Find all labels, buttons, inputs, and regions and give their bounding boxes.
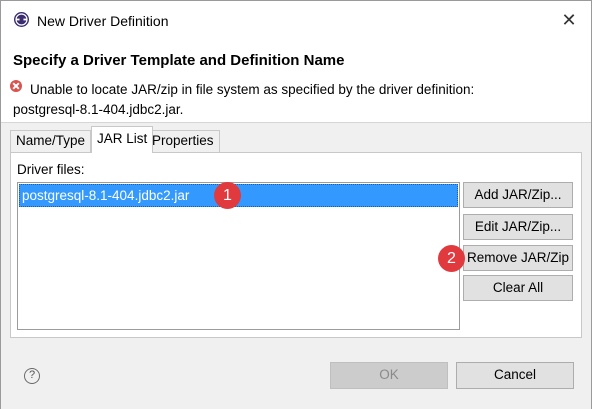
clear-all-button[interactable]: Clear All	[463, 275, 573, 301]
cancel-button[interactable]: Cancel	[456, 362, 574, 389]
error-message-filename: postgresql-8.1-404.jdbc2.jar.	[13, 102, 184, 117]
driver-files-list[interactable]: postgresql-8.1-404.jdbc2.jar	[17, 182, 460, 330]
eclipse-app-icon	[14, 12, 29, 27]
tab-properties[interactable]: Properties	[146, 130, 220, 152]
add-jar-button[interactable]: Add JAR/Zip...	[463, 182, 573, 208]
new-driver-definition-dialog: New Driver Definition ✕ Specify a Driver…	[0, 0, 592, 409]
step-marker-2: 2	[438, 245, 465, 272]
title-bar: New Driver Definition ✕	[1, 1, 591, 39]
page-title: Specify a Driver Template and Definition…	[13, 52, 345, 69]
error-message: Unable to locate JAR/zip in file system …	[30, 82, 475, 97]
edit-jar-button[interactable]: Edit JAR/Zip...	[463, 214, 573, 240]
error-icon	[10, 80, 22, 92]
driver-files-label: Driver files:	[17, 162, 85, 177]
jar-list-panel: Driver files: postgresql-8.1-404.jdbc2.j…	[10, 152, 582, 338]
tab-name-type[interactable]: Name/Type	[10, 130, 92, 152]
dialog-header: Specify a Driver Template and Definition…	[1, 39, 591, 123]
window-title: New Driver Definition	[37, 13, 169, 29]
close-icon[interactable]: ✕	[557, 9, 581, 33]
step-marker-1: 1	[214, 182, 241, 209]
dialog-body: Name/Type JAR List Properties Driver fil…	[1, 123, 591, 409]
ok-button[interactable]: OK	[330, 362, 448, 389]
help-icon[interactable]: ?	[24, 368, 40, 384]
tab-jar-list[interactable]: JAR List	[91, 126, 154, 153]
remove-jar-button[interactable]: Remove JAR/Zip	[463, 245, 573, 271]
